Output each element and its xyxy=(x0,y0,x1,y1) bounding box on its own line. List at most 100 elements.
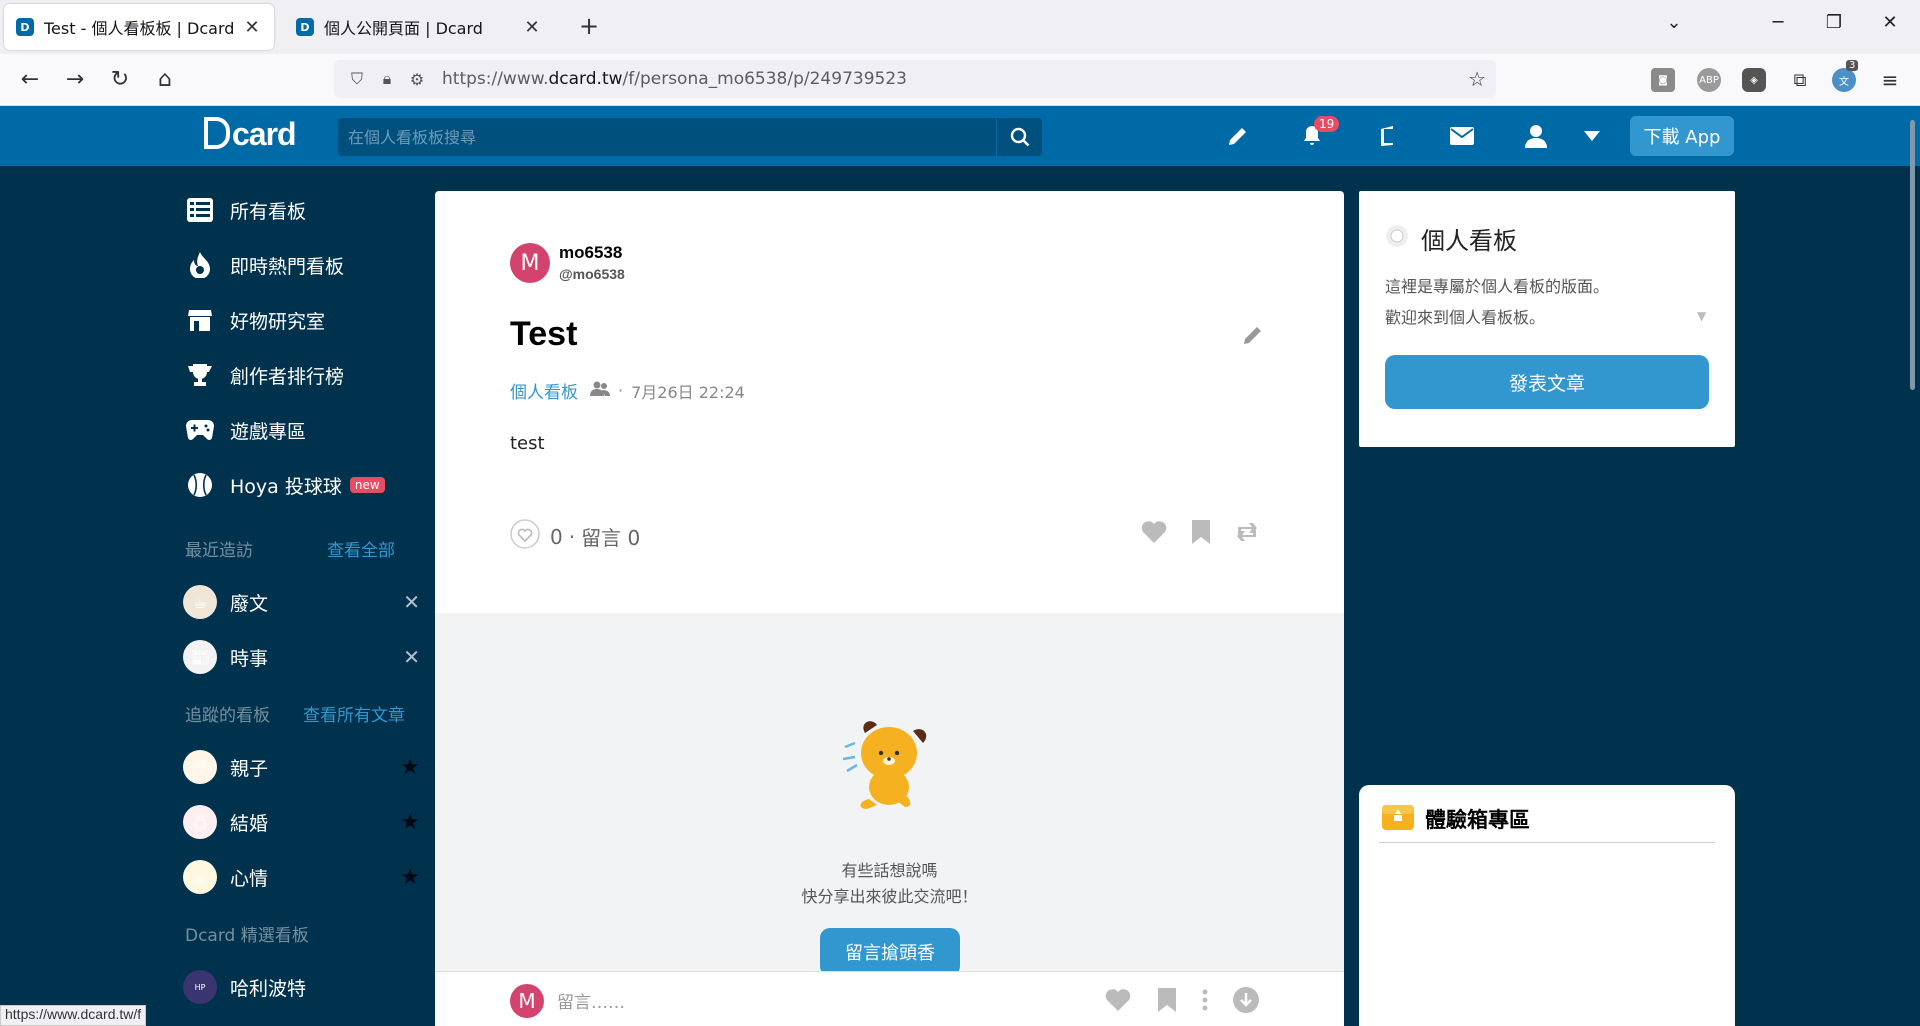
page-scrollbar[interactable] xyxy=(1910,120,1915,390)
experience-box-widget: 體驗箱專區 xyxy=(1359,785,1735,1026)
widget2-title: 體驗箱專區 xyxy=(1381,801,1530,836)
bookmark-star-icon[interactable]: ☆ xyxy=(1468,67,1486,91)
shield-icon[interactable]: ⛉ xyxy=(342,69,372,89)
sidebar-item-all-boards[interactable]: 所有看板 xyxy=(180,190,420,230)
bookmark-icon[interactable] xyxy=(1156,987,1178,1017)
address-bar[interactable]: ⛉ 🔒︎ ⚙︎ https://www.dcard.tw/f/persona_m… xyxy=(334,60,1496,98)
widget-title: 個人看板 xyxy=(1385,221,1517,256)
create-post-button[interactable]: 發表文章 xyxy=(1385,355,1709,409)
sidebar-item-hoya[interactable]: Hoya 投球球 new xyxy=(180,465,420,505)
star-icon[interactable]: ★ xyxy=(400,755,420,780)
gamepad-icon xyxy=(180,410,220,450)
forward-icon[interactable]: → xyxy=(61,66,89,94)
profile-extension-icon[interactable]: ◙ xyxy=(1651,68,1675,92)
post-reactions: 0 · 留言 0 xyxy=(510,519,640,554)
pencil-icon[interactable] xyxy=(1222,120,1254,152)
heart-outline-icon[interactable] xyxy=(510,519,540,554)
more-options-icon[interactable] xyxy=(1202,989,1208,1015)
author-avatar[interactable]: M xyxy=(510,243,550,283)
edit-pencil-icon[interactable] xyxy=(1241,323,1265,351)
menu-icon[interactable]: ≡ xyxy=(1878,68,1902,92)
comment-input[interactable]: 留言…… xyxy=(557,988,625,1013)
back-icon[interactable]: ← xyxy=(16,66,44,94)
heart-icon[interactable] xyxy=(1140,519,1168,549)
dog-mascot-icon xyxy=(839,703,939,819)
sidebar-item-mood[interactable]: ☕︎ 心情 ★ xyxy=(180,857,420,897)
expand-chevron-icon[interactable]: ▼ xyxy=(1697,309,1706,323)
search-input[interactable] xyxy=(348,118,958,156)
browser-tab[interactable]: D 個人公開頁面 | Dcard ✕ xyxy=(284,4,554,50)
bell-icon[interactable]: 19 xyxy=(1296,116,1340,152)
permissions-icon[interactable]: ⚙︎ xyxy=(402,70,432,89)
group-icon xyxy=(590,381,610,401)
sidebar-item-goods-lab[interactable]: 好物研究室 xyxy=(180,300,420,340)
dcard-logo[interactable]: card xyxy=(204,116,297,153)
board-info-widget: 個人看板 這裡是專屬於個人看板的版面。 歡迎來到個人看板板。 ▼ 發表文章 xyxy=(1359,191,1735,447)
sidebar-item-games[interactable]: 遊戲專區 xyxy=(180,410,420,450)
heart-icon[interactable] xyxy=(1104,987,1132,1017)
close-window-icon[interactable]: ✕ xyxy=(1870,12,1910,33)
bookmark-icon[interactable] xyxy=(1190,519,1212,549)
dcard-header: card 19 下載 App xyxy=(0,106,1920,166)
extensions-puzzle-icon[interactable]: ⧉ xyxy=(1788,68,1812,92)
minimize-icon[interactable]: ─ xyxy=(1758,12,1798,33)
post-title: Test xyxy=(510,315,578,353)
recent-label: 最近造訪 xyxy=(185,541,253,561)
cards-icon[interactable] xyxy=(1372,120,1404,152)
sidebar-item-marriage[interactable]: 💍︎ 結婚 ★ xyxy=(180,802,420,842)
mail-icon[interactable] xyxy=(1446,120,1478,152)
restore-icon[interactable]: ❐ xyxy=(1814,12,1854,33)
post-actions xyxy=(1140,519,1260,549)
tab-title: Test - 個人看板板 | Dcard xyxy=(44,19,235,38)
new-tab-button[interactable]: + xyxy=(574,12,604,42)
board-link[interactable]: 個人看板 xyxy=(510,378,578,403)
star-icon[interactable]: ★ xyxy=(400,810,420,835)
list-tabs-icon[interactable]: ⌄ xyxy=(1654,12,1694,33)
home-icon[interactable]: ⌂ xyxy=(151,66,179,94)
fire-icon xyxy=(180,245,220,285)
dcard-favicon-icon: D xyxy=(296,18,314,36)
lock-icon[interactable]: 🔒︎ xyxy=(372,69,402,89)
translate-extension-icon[interactable]: 文3 xyxy=(1832,60,1859,92)
star-icon[interactable]: ★ xyxy=(400,865,420,890)
first-comment-button[interactable]: 留言搶頭香 xyxy=(820,928,960,976)
remove-recent-icon[interactable]: ✕ xyxy=(403,590,420,614)
sidebar-item-recent-news[interactable]: 📰︎ 時事 ✕ xyxy=(180,637,420,677)
reload-icon[interactable]: ↻ xyxy=(106,66,134,94)
board-avatar: 💍︎ xyxy=(183,805,217,839)
post-date: 7月26日 22:24 xyxy=(631,382,745,402)
comment-count: 留言 0 xyxy=(581,526,641,550)
new-badge: new xyxy=(349,477,385,493)
dropdown-caret-icon[interactable] xyxy=(1576,120,1608,152)
widget-description: 這裡是專屬於個人看板的版面。 歡迎來到個人看板板。 xyxy=(1385,277,1610,327)
divider xyxy=(1379,842,1715,843)
sidebar-item-parenting[interactable]: 🍼︎ 親子 ★ xyxy=(180,747,420,787)
scroll-down-icon[interactable] xyxy=(1232,986,1260,1018)
adblock-icon[interactable]: ABP xyxy=(1697,68,1721,92)
following-view-all-link[interactable]: 查看所有文章 xyxy=(303,701,405,726)
search-icon xyxy=(1010,127,1029,147)
ublock-icon[interactable]: ◈ xyxy=(1742,68,1766,92)
author-id: @mo6538 xyxy=(559,266,625,282)
like-count: 0 xyxy=(550,524,563,549)
board-avatar: ☕︎ xyxy=(183,860,217,894)
comment-bar-actions xyxy=(1104,986,1260,1018)
user-icon[interactable] xyxy=(1520,120,1552,152)
browser-nav-bar: ← → ↻ ⌂ ⛉ 🔒︎ ⚙︎ https://www.dcard.tw/f/p… xyxy=(0,54,1920,106)
sidebar-item-creator-rank[interactable]: 創作者排行榜 xyxy=(180,355,420,395)
board-avatar: ☕ xyxy=(183,585,217,619)
close-tab-icon[interactable]: ✕ xyxy=(242,17,262,38)
sidebar-item-hot-boards[interactable]: 即時熱門看板 xyxy=(180,245,420,285)
browser-tab-active[interactable]: D Test - 個人看板板 | Dcard ✕ xyxy=(4,4,274,50)
recent-view-all-link[interactable]: 查看全部 xyxy=(327,536,395,561)
close-tab-icon[interactable]: ✕ xyxy=(522,17,542,38)
author-name[interactable]: mo6538 xyxy=(559,243,622,263)
search-button[interactable] xyxy=(996,118,1042,156)
baseball-icon xyxy=(180,465,220,505)
share-icon[interactable] xyxy=(1234,519,1260,549)
sidebar-item-recent-feiwen[interactable]: ☕ 廢文 ✕ xyxy=(180,582,420,622)
sidebar-item-harry-potter[interactable]: HP 哈利波特 xyxy=(180,967,420,1007)
board-avatar: 🍼︎ xyxy=(183,750,217,784)
download-app-button[interactable]: 下載 App xyxy=(1630,116,1734,156)
remove-recent-icon[interactable]: ✕ xyxy=(403,645,420,669)
